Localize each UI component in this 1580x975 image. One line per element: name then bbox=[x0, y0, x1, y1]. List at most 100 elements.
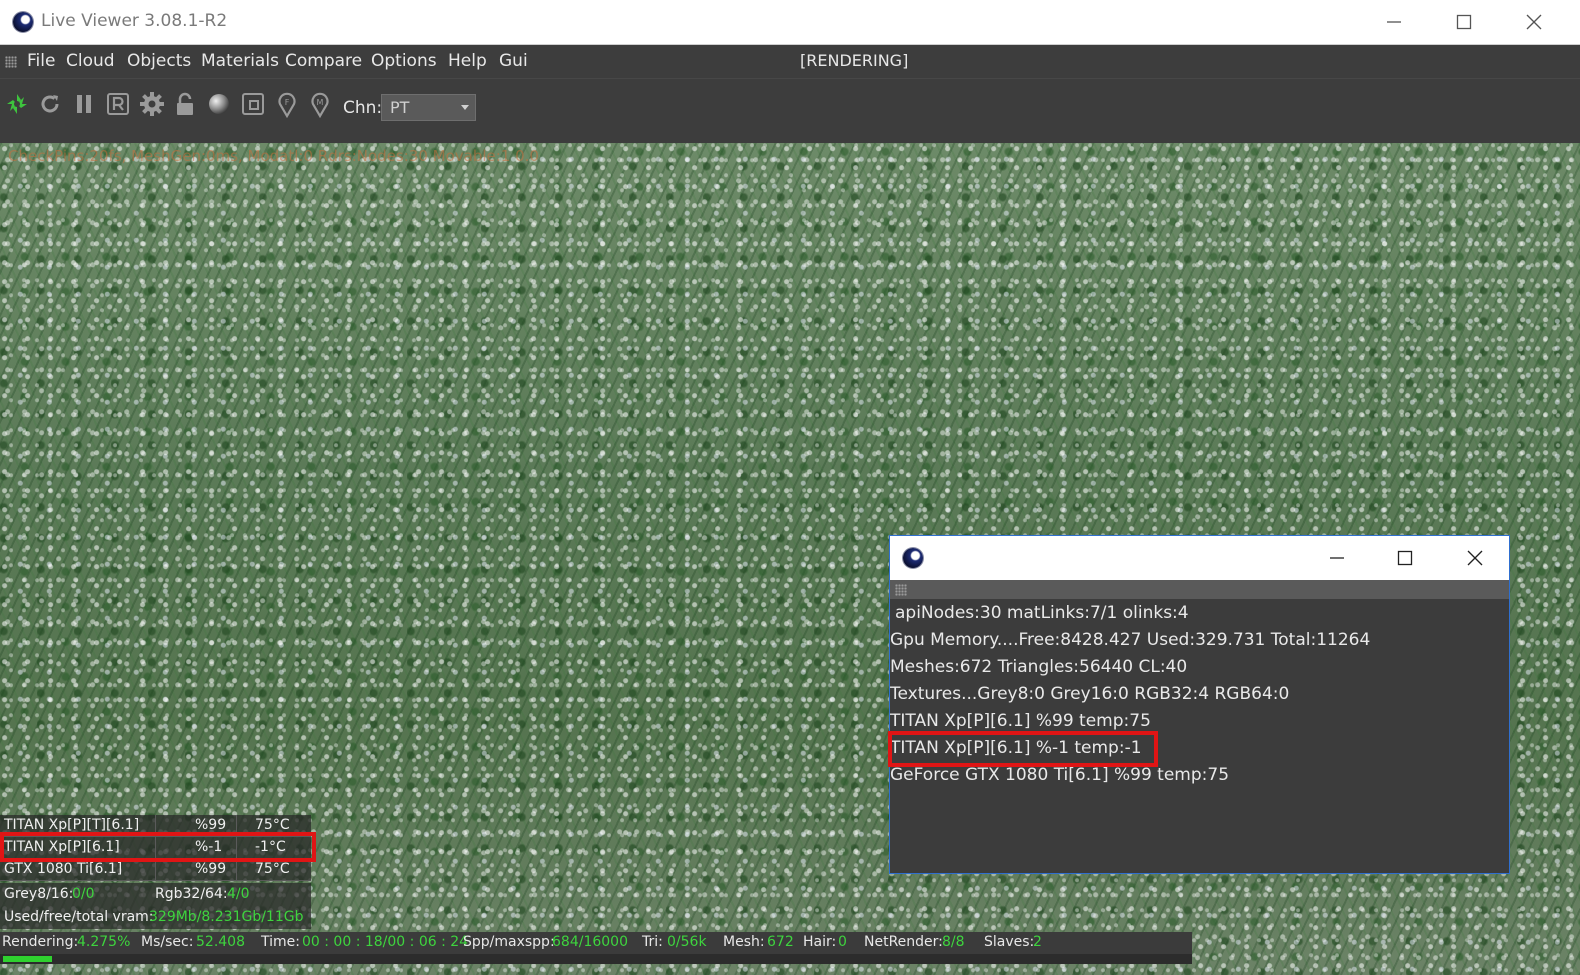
gpu-temp: -1°C bbox=[255, 839, 286, 855]
grey-label: Grey8/16: bbox=[4, 886, 74, 902]
gpu-temp: 75°C bbox=[255, 861, 290, 877]
gpu-row: GTX 1080 Ti[6.1] %99 75°C bbox=[0, 859, 311, 881]
restart-button[interactable] bbox=[36, 90, 64, 118]
restart-icon bbox=[41, 95, 59, 113]
close-icon bbox=[1467, 550, 1483, 566]
render-progress-fill bbox=[3, 956, 52, 962]
focus-picker-button[interactable]: F bbox=[273, 90, 301, 118]
minimize-button[interactable] bbox=[1360, 0, 1428, 44]
gpu-usage: %99 bbox=[195, 861, 227, 877]
netrender-label: NetRender: bbox=[864, 934, 943, 950]
info-grip-bar bbox=[890, 580, 1509, 599]
octane-render-icon bbox=[13, 12, 33, 32]
viewport-overlay-text: CheckPins:20fs, MeshGen:0ms, Modatl:0 Rd… bbox=[8, 147, 539, 165]
material-ball-icon bbox=[209, 94, 229, 114]
window-titlebar[interactable]: Live Viewer 3.08.1-R2 bbox=[0, 0, 1580, 45]
lock-icon bbox=[177, 92, 193, 115]
settings-button[interactable] bbox=[138, 90, 166, 118]
info-line: TITAN Xp[P][6.1] %99 temp:75 bbox=[890, 711, 1151, 731]
info-maximize-button[interactable] bbox=[1371, 536, 1439, 580]
grip-handle-icon[interactable] bbox=[5, 56, 17, 68]
menu-help[interactable]: Help bbox=[448, 51, 487, 71]
time-value: 00 : 00 : 18/00 : 06 : 24 bbox=[302, 934, 469, 950]
rendering-label: Rendering: bbox=[2, 934, 79, 950]
menu-materials[interactable]: Materials bbox=[201, 51, 279, 71]
close-button[interactable] bbox=[1500, 0, 1568, 44]
lock-button[interactable] bbox=[171, 90, 199, 118]
texture-stats: Grey8/16: 0/0 Rgb32/64: 4/0 bbox=[0, 883, 311, 906]
rgb-label: Rgb32/64: bbox=[155, 886, 228, 902]
focus-picker-icon: F bbox=[278, 92, 296, 118]
tri-label: Tri: bbox=[642, 934, 663, 950]
material-picker-button[interactable]: M bbox=[306, 90, 334, 118]
info-window-titlebar[interactable] bbox=[890, 536, 1509, 580]
info-line: Textures...Grey8:0 Grey16:0 RGB32:4 RGB6… bbox=[890, 684, 1290, 704]
menu-cloud[interactable]: Cloud bbox=[66, 51, 115, 71]
octane-render-icon bbox=[903, 548, 923, 568]
maximize-icon bbox=[1456, 14, 1472, 30]
grip-handle-icon[interactable] bbox=[895, 584, 907, 596]
menu-objects[interactable]: Objects bbox=[127, 51, 191, 71]
material-picker-icon: M bbox=[311, 92, 329, 118]
gpu-usage: %-1 bbox=[195, 839, 223, 855]
vram-stats: Used/free/total vram: 329Mb/8.231Gb/11Gb bbox=[0, 906, 311, 929]
gpu-stats-table: TITAN Xp[P][T][6.1] %99 75°C TITAN Xp[P]… bbox=[0, 815, 311, 881]
gpu-temp: 75°C bbox=[255, 817, 290, 833]
slaves-label: Slaves: bbox=[984, 934, 1035, 950]
toolbar bbox=[0, 78, 1580, 143]
svg-text:M: M bbox=[317, 98, 324, 107]
grey-value: 0/0 bbox=[72, 886, 95, 902]
info-line: GeForce GTX 1080 Ti[6.1] %99 temp:75 bbox=[890, 765, 1230, 785]
info-window: apiNodes:30 matLinks:7/1 olinks:4 Gpu Me… bbox=[888, 535, 1510, 874]
info-minimize-button[interactable] bbox=[1303, 536, 1371, 580]
settings-icon bbox=[140, 92, 164, 116]
menu-options[interactable]: Options bbox=[371, 51, 437, 71]
gpu-name: GTX 1080 Ti[6.1] bbox=[4, 861, 123, 877]
rgb-value: 4/0 bbox=[227, 886, 250, 902]
hair-label: Hair: bbox=[803, 934, 837, 950]
menu-file[interactable]: File bbox=[27, 51, 55, 71]
gpu-row: TITAN Xp[P][T][6.1] %99 75°C bbox=[0, 815, 311, 837]
render-status: [RENDERING] bbox=[800, 51, 909, 70]
mesh-value: 672 bbox=[767, 934, 794, 950]
mesh-label: Mesh: bbox=[723, 934, 765, 950]
svg-text:F: F bbox=[285, 98, 290, 107]
info-line: apiNodes:30 matLinks:7/1 olinks:4 bbox=[895, 603, 1189, 623]
channel-label: Chn: bbox=[343, 98, 383, 118]
minimize-icon bbox=[1387, 21, 1401, 23]
render-button[interactable] bbox=[3, 90, 31, 118]
spp-value: 684/16000 bbox=[552, 934, 628, 950]
close-icon bbox=[1526, 14, 1542, 30]
status-bar: Rendering: 4.275% Ms/sec: 52.408 Time: 0… bbox=[0, 932, 1192, 954]
picker-icon bbox=[242, 93, 264, 115]
channel-value: PT bbox=[390, 98, 410, 117]
region-render-button[interactable] bbox=[104, 90, 132, 118]
menu-compare[interactable]: Compare bbox=[285, 51, 362, 71]
hair-value: 0 bbox=[838, 934, 847, 950]
render-progress-bar bbox=[0, 954, 1192, 964]
maximize-icon bbox=[1397, 550, 1413, 566]
rendering-value: 4.275% bbox=[77, 934, 131, 950]
region-render-icon bbox=[107, 93, 129, 115]
maximize-button[interactable] bbox=[1430, 0, 1498, 44]
channel-select[interactable]: PT bbox=[381, 94, 476, 121]
info-close-button[interactable] bbox=[1441, 536, 1509, 580]
tri-value: 0/56k bbox=[667, 934, 707, 950]
render-icon bbox=[7, 94, 27, 114]
info-line: TITAN Xp[P][6.1] %-1 temp:-1 bbox=[890, 738, 1142, 758]
vram-value: 329Mb/8.231Gb/11Gb bbox=[149, 909, 304, 925]
netrender-value: 8/8 bbox=[942, 934, 965, 950]
picker-button[interactable] bbox=[239, 90, 267, 118]
vram-label: Used/free/total vram: bbox=[4, 909, 154, 925]
window-title: Live Viewer 3.08.1-R2 bbox=[41, 11, 228, 31]
gpu-name: TITAN Xp[P][6.1] bbox=[4, 839, 120, 855]
gpu-usage: %99 bbox=[195, 817, 227, 833]
ms-value: 52.408 bbox=[196, 934, 245, 950]
pause-button[interactable] bbox=[70, 90, 98, 118]
chevron-down-icon bbox=[461, 105, 469, 110]
pause-icon bbox=[77, 95, 91, 113]
menu-gui[interactable]: Gui bbox=[499, 51, 528, 71]
spp-label: Spp/maxspp: bbox=[463, 934, 555, 950]
gpu-row: TITAN Xp[P][6.1] %-1 -1°C bbox=[0, 837, 311, 859]
material-ball-button[interactable] bbox=[205, 90, 233, 118]
